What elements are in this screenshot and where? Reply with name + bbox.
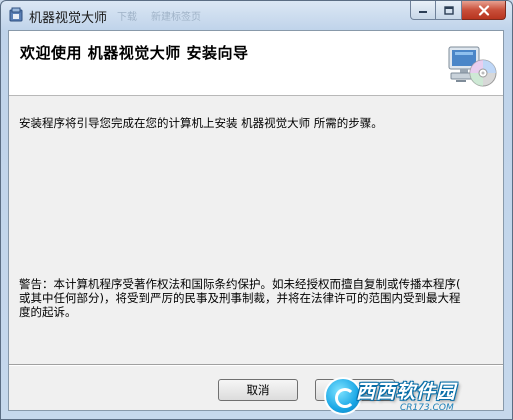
footer-divider: [9, 364, 503, 366]
wizard-intro-text: 安装程序将引导您完成在您的计算机上安装 机器视觉大师 所需的步骤。: [19, 116, 383, 130]
window-title: 机器视觉大师: [29, 11, 108, 26]
wizard-header: 欢迎使用 机器视觉大师 安装向导: [9, 31, 503, 96]
maximize-icon: [443, 5, 454, 15]
warning-line: 度的起诉。: [19, 305, 77, 319]
close-icon: [478, 4, 489, 16]
caption-buttons: [410, 1, 506, 21]
watermark-url: CR173.COM: [400, 403, 454, 413]
close-button[interactable]: [462, 1, 506, 20]
background-tab-label: 下载: [117, 12, 137, 23]
computer-cd-icon: [448, 46, 497, 87]
minimize-icon: [419, 11, 427, 13]
cancel-button[interactable]: 取消: [218, 379, 298, 401]
title-bar[interactable]: 机器视觉大师 新建标签页 下载: [1, 1, 512, 30]
background-tab-label: 新建标签页: [151, 12, 201, 23]
maximize-button[interactable]: [436, 1, 462, 20]
installer-app-icon: [9, 7, 23, 22]
watermark-name: 西西软件园: [356, 381, 457, 403]
warning-line: 警告：本计算机程序受著作权法和国际条约保护。如未经授权而擅自复制或传播本程序(: [19, 277, 461, 291]
installer-client-area: 欢迎使用 机器视觉大师 安装向导 安装程序将引导您完成在您的计算机上安装 机器视…: [8, 30, 504, 411]
copyright-warning: 警告：本计算机程序受著作权法和国际条约保护。如未经授权而擅自复制或传播本程序( …: [19, 277, 489, 319]
wizard-title: 欢迎使用 机器视觉大师 安装向导: [20, 44, 249, 62]
installer-window: 机器视觉大师 新建标签页 下载 欢迎使用 机器视觉大师 安装向导 安装程序将引导…: [0, 0, 513, 420]
warning-line: 或其中任何部分)，将受到严厉的民事及刑事制裁，并将在法律许可的范围内受到最大程: [19, 291, 461, 305]
site-watermark: 西西软件园 CR173.COM: [312, 373, 512, 419]
minimize-button[interactable]: [410, 1, 436, 20]
